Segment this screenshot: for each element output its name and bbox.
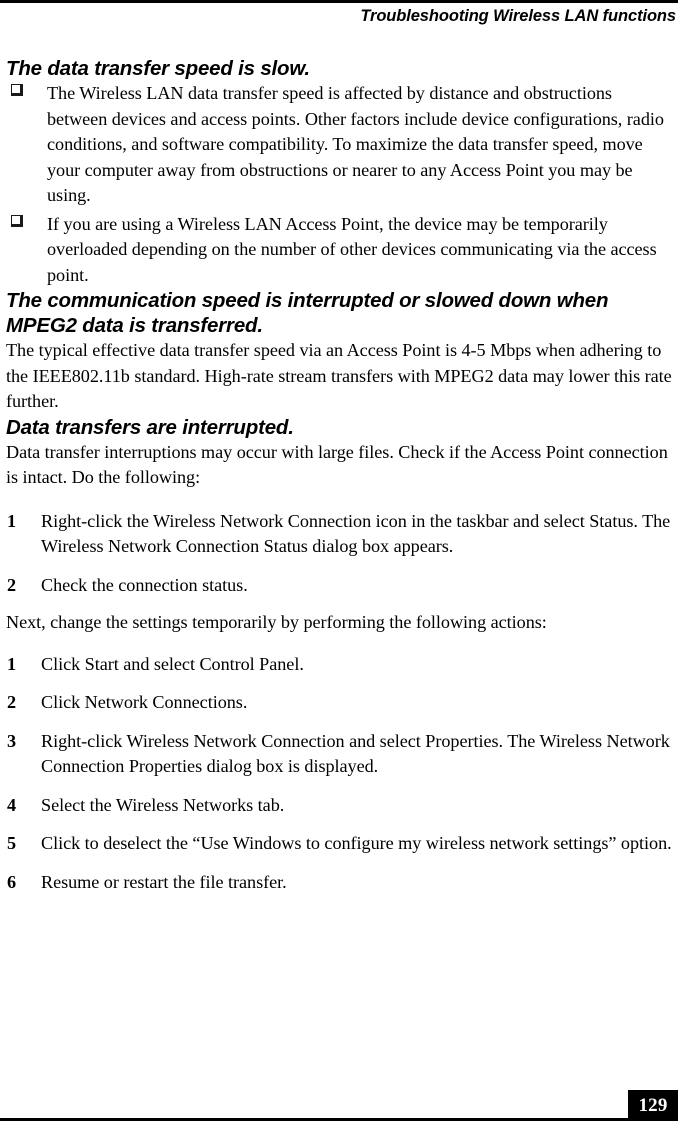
list-item: If you are using a Wireless LAN Access P… (6, 212, 674, 289)
step-text: Right-click the Wireless Network Connect… (41, 510, 671, 557)
paragraph-interruptions-intro: Data transfer interruptions may occur wi… (6, 441, 668, 488)
step-text: Select the Wireless Networks tab. (41, 794, 285, 815)
list-item: 1 Click Start and select Control Panel. (6, 652, 674, 678)
step-number: 6 (7, 871, 17, 892)
footer-rule (0, 1118, 678, 1121)
bullet-list-speed-factors: The Wireless LAN data transfer speed is … (6, 81, 674, 288)
step-number: 5 (7, 833, 17, 853)
top-rule (0, 0, 678, 3)
square-bullet-icon (11, 214, 23, 227)
step-number: 3 (7, 730, 17, 751)
step-text: Right-click Wireless Network Connection … (41, 730, 670, 777)
list-item: 2 Check the connection status. (6, 573, 674, 599)
step-text: Resume or restart the file transfer. (41, 871, 287, 892)
paragraph-mpeg2-speed: The typical effective data transfer spee… (6, 340, 672, 411)
page-content: The data transfer speed is slow. The Wir… (6, 56, 674, 895)
step-number: 2 (7, 574, 17, 595)
step-text: Click Start and select Control Panel. (41, 653, 304, 674)
list-item: 1 Right-click the Wireless Network Conne… (6, 509, 674, 560)
list-item-text: If you are using a Wireless LAN Access P… (47, 213, 657, 285)
step-number: 1 (7, 653, 17, 674)
step-list-check-status: 1 Right-click the Wireless Network Conne… (6, 509, 674, 599)
section-heading-data-transfer-speed: The data transfer speed is slow. (6, 57, 310, 80)
square-bullet-icon (11, 84, 23, 96)
step-list-change-settings: 1 Click Start and select Control Panel. … (6, 652, 674, 896)
step-text: Click Network Connections. (41, 692, 248, 712)
step-text: Check the connection status. (41, 574, 248, 595)
section-heading-data-transfers-interrupted: Data transfers are interrupted. (6, 415, 294, 439)
list-item: 4 Select the Wireless Networks tab. (6, 793, 674, 819)
step-number: 2 (7, 692, 17, 712)
step-text: Click to deselect the “Use Windows to co… (41, 833, 672, 853)
section-heading-mpeg2-communication-speed: The communication speed is interrupted o… (6, 289, 609, 337)
paragraph-change-settings-intro: Next, change the settings temporarily by… (6, 612, 547, 632)
page-number: 129 (628, 1090, 678, 1121)
step-number: 4 (7, 794, 17, 815)
step-number: 1 (7, 510, 17, 531)
list-item: 6 Resume or restart the file transfer. (6, 870, 674, 896)
running-header: Troubleshooting Wireless LAN functions (360, 7, 676, 25)
list-item: 3 Right-click Wireless Network Connectio… (6, 729, 674, 780)
list-item: The Wireless LAN data transfer speed is … (6, 81, 674, 209)
list-item: 2 Click Network Connections. (6, 690, 674, 716)
list-item: 5 Click to deselect the “Use Windows to … (6, 831, 674, 857)
list-item-text: The Wireless LAN data transfer speed is … (47, 83, 664, 205)
